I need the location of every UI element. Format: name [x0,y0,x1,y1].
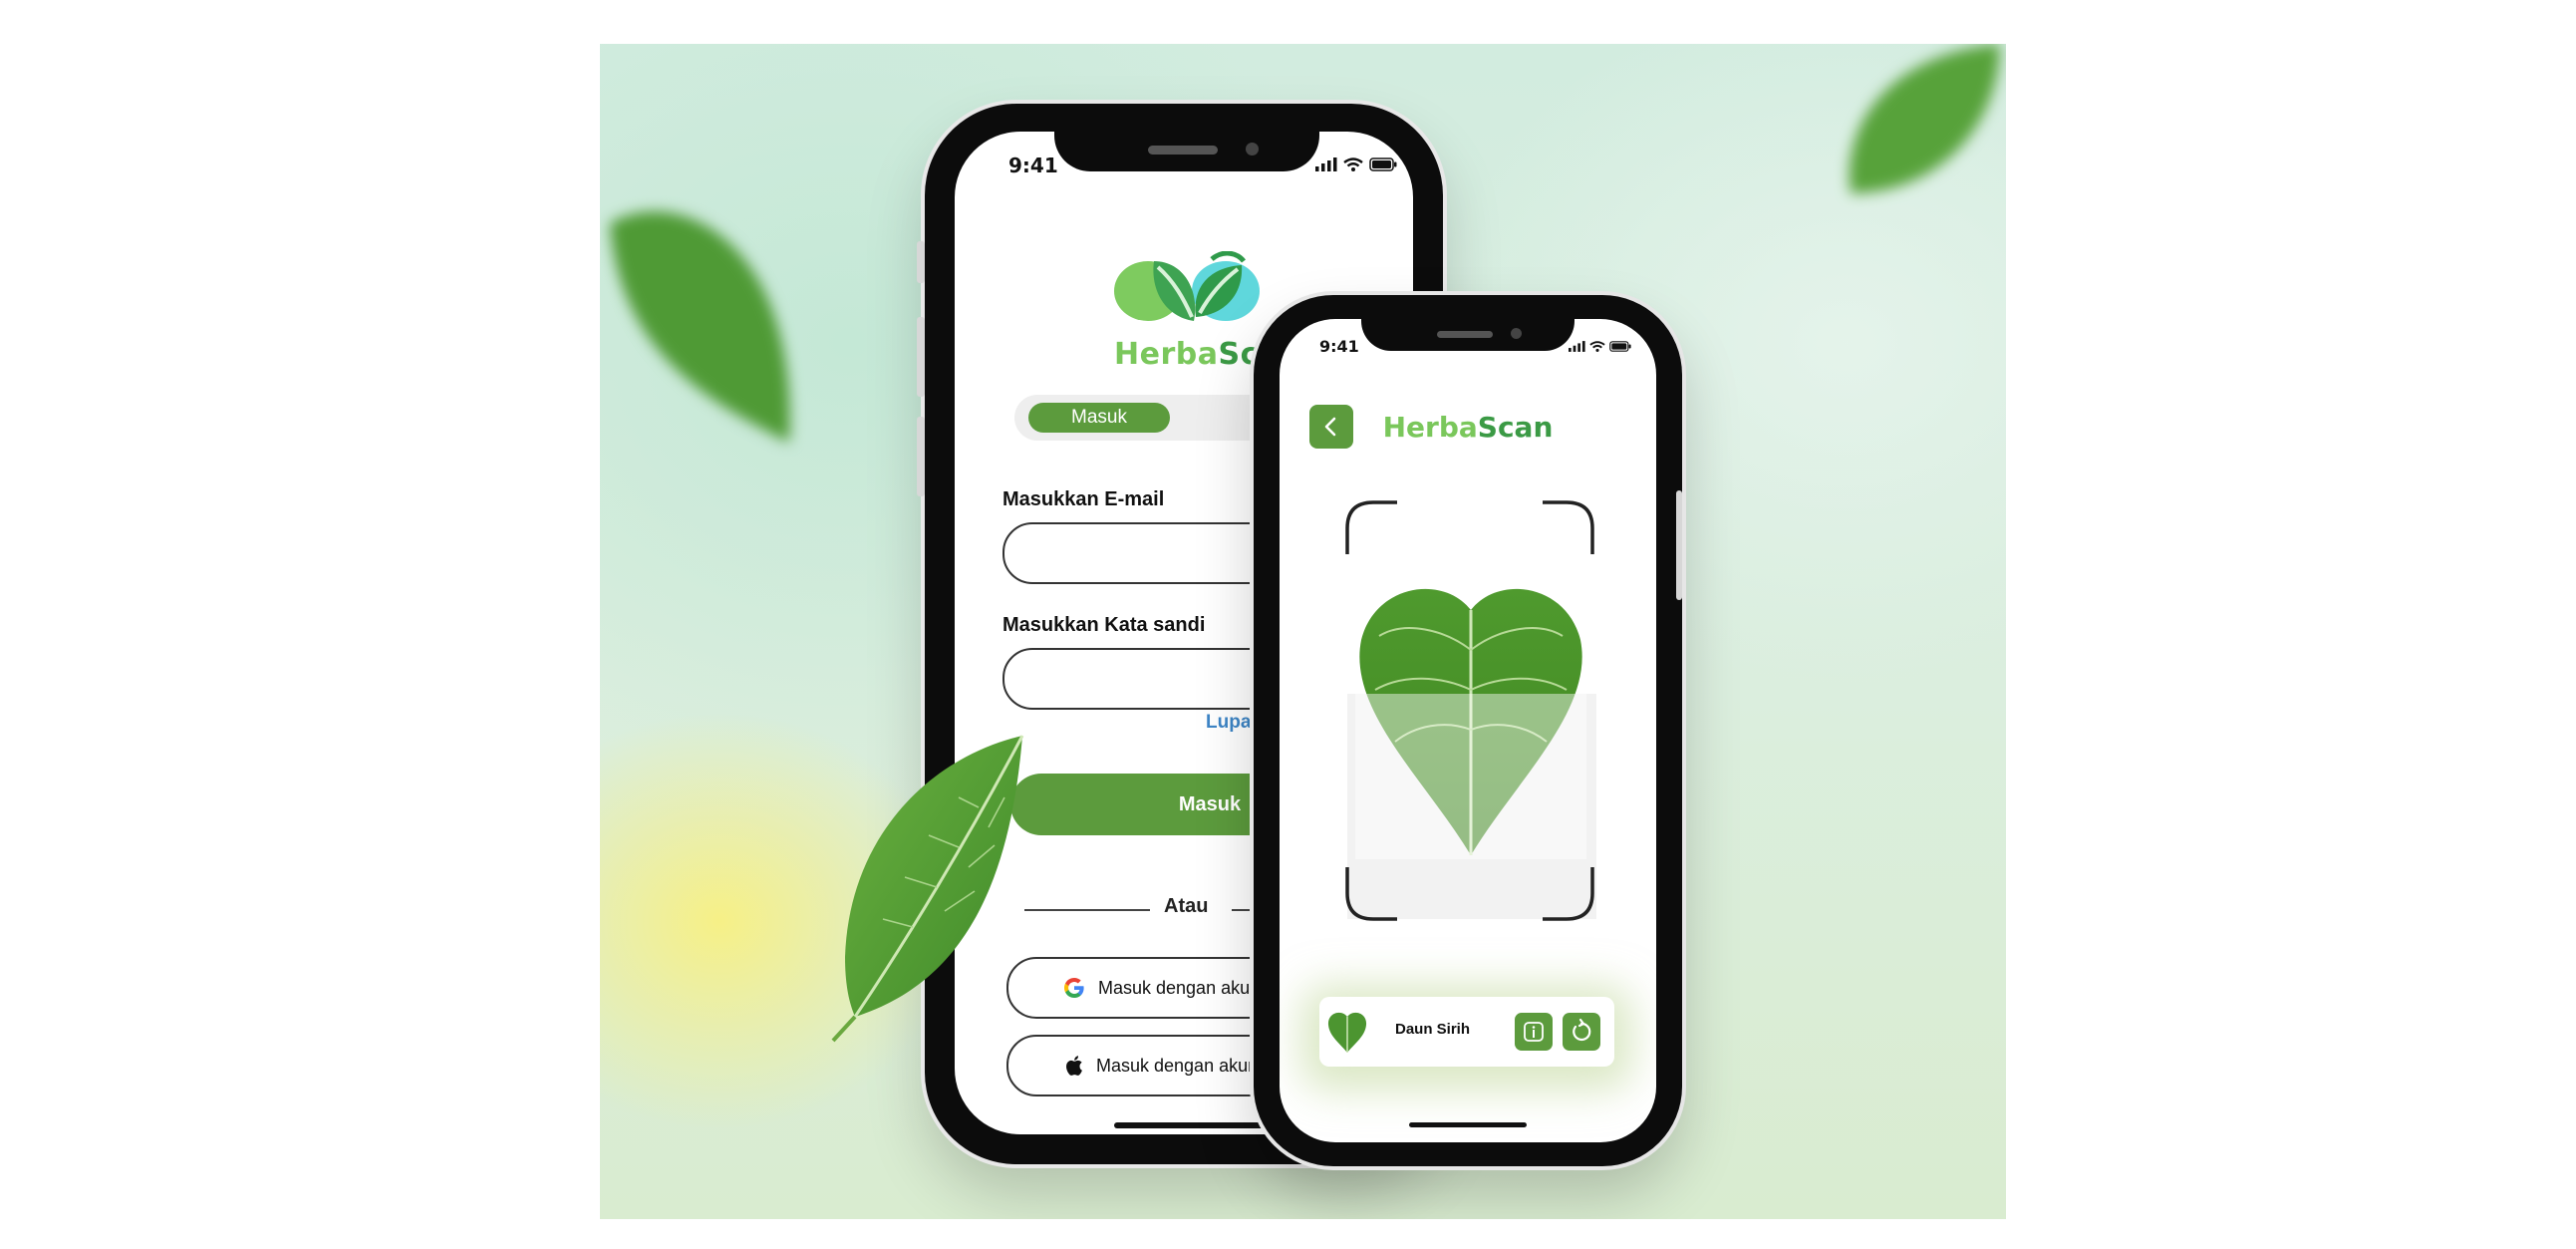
scan-screen: 9:41 HerbaScan Daun Sirih [1280,319,1656,1142]
info-icon [1524,1022,1544,1042]
email-label: Masukkan E-mail [1002,488,1165,510]
info-button[interactable] [1515,1013,1553,1051]
apple-login-label: Masuk dengan akun [1096,1055,1259,1076]
phone-scan: 9:41 HerbaScan Daun Sirih [1254,295,1682,1166]
password-label: Masukkan Kata sandi [1002,614,1206,636]
rescan-button[interactable] [1563,1013,1600,1051]
divider-left [1024,909,1150,911]
home-indicator-2 [1409,1122,1527,1127]
result-plant-name: Daun Sirih [1395,1021,1471,1038]
scan-result-card[interactable]: Daun Sirih [1319,997,1614,1067]
home-indicator [1114,1122,1274,1128]
status-time: 9:41 [1008,154,1058,177]
battery-icon [1369,157,1397,171]
background-canvas: 9:41 HerbaScan Masuk [600,44,2006,1219]
apple-icon [1066,1056,1082,1076]
leaf-thumbnail-icon [1327,1012,1367,1053]
google-login-label: Masuk dengan akun [1098,977,1261,998]
scan-viewfinder [1343,498,1596,923]
google-icon [1064,978,1084,998]
divider-text: Atau [1164,895,1209,917]
decorative-leaf [831,735,1024,1043]
tab-masuk[interactable]: Masuk [1028,403,1170,433]
wifi-icon [1343,157,1363,171]
blurred-leaf-left [610,211,790,443]
signal-icon [1569,341,1585,352]
forgot-password-link[interactable]: Lupa [1206,712,1251,734]
battery-icon [1609,341,1631,352]
status-time-2: 9:41 [1319,337,1359,356]
scanned-leaf-image [1355,588,1586,859]
blurred-leaf-right [1849,44,2000,193]
wifi-icon [1589,341,1605,352]
signal-icon [1315,157,1337,171]
refresh-icon [1573,1018,1591,1042]
herbascan-logo: HerbaScan [1114,250,1300,372]
scan-title: HerbaScan [1382,411,1554,444]
notch-2 [1361,319,1574,351]
notch [1054,132,1319,171]
logo-leaves-icon [1114,250,1260,321]
